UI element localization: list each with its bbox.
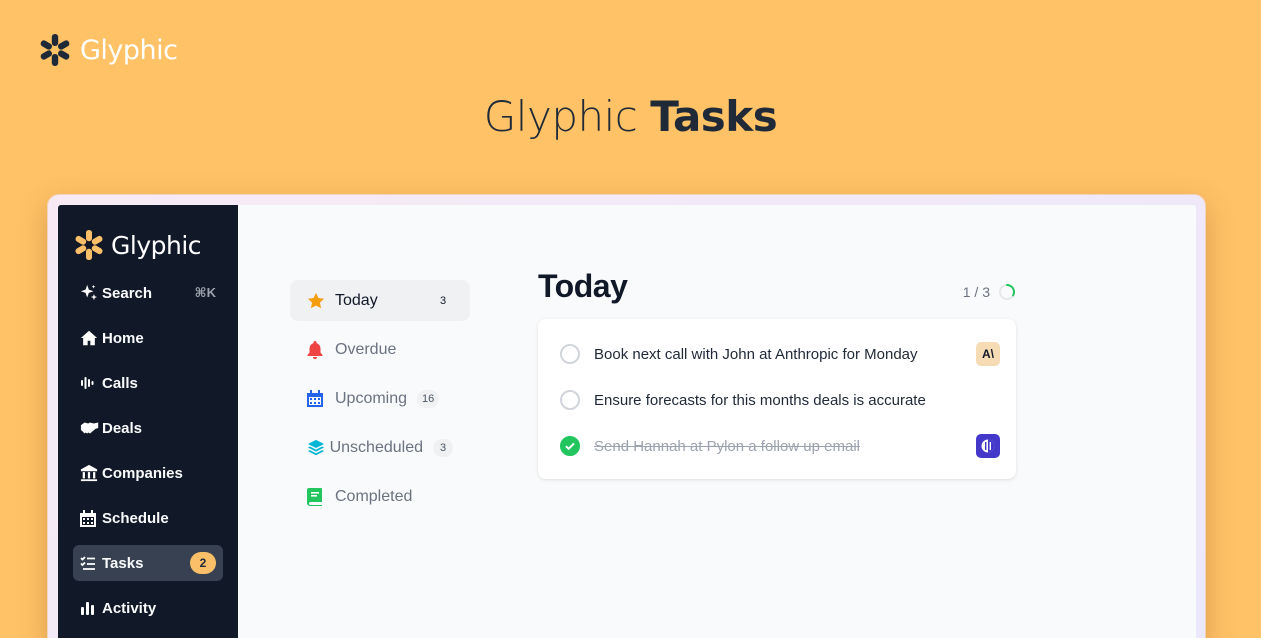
sidebar-item-label: Tasks (102, 554, 144, 572)
glyphic-logo-icon (40, 34, 70, 66)
main-panel: Today 3 Overdue Upcoming 16 Unscheduled … (238, 205, 1196, 638)
sidebar-item-deals[interactable]: Deals (73, 410, 223, 446)
task-item[interactable]: Ensure forecasts for this months deals i… (560, 377, 1000, 423)
sidebar-item-companies[interactable]: Companies (73, 455, 223, 491)
checkmark-icon (565, 442, 575, 451)
page-title: Today (538, 268, 628, 304)
progress-text: 1 / 3 (962, 284, 990, 300)
sidebar-item-schedule[interactable]: Schedule (73, 500, 223, 536)
hero-title-bold: Tasks (650, 92, 778, 141)
filter-count: 3 (439, 294, 447, 307)
sidebar-item-label: Deals (102, 419, 143, 437)
book-icon (307, 487, 335, 506)
filter-label: Completed (335, 487, 413, 505)
glyphic-logo-icon (75, 229, 103, 261)
sidebar-item-activity[interactable]: Activity (73, 590, 223, 626)
filter-completed[interactable]: Completed (290, 476, 470, 517)
app-frame: Glyphic Search ⌘K Home Calls Deals Compa… (47, 194, 1206, 638)
sidebar: Glyphic Search ⌘K Home Calls Deals Compa… (58, 205, 238, 638)
filter-overdue[interactable]: Overdue (290, 329, 470, 370)
task-checkbox[interactable] (560, 344, 580, 364)
section-header: Today 1 / 3 (538, 265, 1016, 305)
sidebar-item-tasks[interactable]: Tasks 2 (73, 545, 223, 581)
stack-icon (307, 439, 330, 457)
bar-chart-icon (80, 600, 102, 616)
sparkles-icon (80, 284, 102, 302)
handshake-icon (80, 420, 102, 436)
star-icon (307, 292, 335, 310)
today-section: Today 1 / 3 Book next call with John at … (538, 265, 1016, 479)
hero-title-light: Glyphic (483, 92, 638, 141)
sidebar-brand-name: Glyphic (111, 230, 202, 260)
calendar-icon (307, 390, 335, 407)
bank-icon (80, 464, 102, 482)
sidebar-item-label: Companies (102, 464, 183, 482)
sidebar-item-search[interactable]: Search ⌘K (73, 275, 223, 311)
hero-title: Glyphic Tasks (0, 92, 1261, 141)
task-filters: Today 3 Overdue Upcoming 16 Unscheduled … (290, 280, 470, 525)
filter-today[interactable]: Today 3 (290, 280, 470, 321)
filter-count: 3 (433, 438, 453, 457)
search-shortcut: ⌘K (194, 285, 216, 300)
sidebar-item-calls[interactable]: Calls (73, 365, 223, 401)
task-text: Send Hannah at Pylon a follow up email (594, 437, 861, 455)
pylon-logo-icon[interactable] (976, 434, 1000, 458)
task-text: Ensure forecasts for this months deals i… (594, 391, 926, 409)
calendar-icon (80, 509, 102, 527)
filter-count: 16 (417, 389, 440, 408)
filter-label: Unscheduled (329, 438, 423, 456)
sidebar-item-label: Home (102, 329, 144, 347)
tasks-count-badge: 2 (190, 552, 216, 574)
filter-unscheduled[interactable]: Unscheduled 3 (290, 427, 470, 468)
filter-label: Overdue (335, 340, 397, 358)
sidebar-item-home[interactable]: Home (73, 320, 223, 356)
brand-name: Glyphic (80, 34, 178, 66)
waveform-icon (80, 375, 102, 391)
task-text: Book next call with John at Anthropic fo… (594, 345, 918, 363)
sidebar-brand[interactable]: Glyphic (73, 229, 223, 261)
filter-upcoming[interactable]: Upcoming 16 (290, 378, 470, 419)
task-item[interactable]: Send Hannah at Pylon a follow up email (560, 423, 1000, 469)
sidebar-item-label: Search (102, 284, 153, 302)
sidebar-item-label: Schedule (102, 509, 169, 527)
progress-indicator: 1 / 3 (963, 283, 1016, 305)
app-window: Glyphic Search ⌘K Home Calls Deals Compa… (58, 205, 1196, 638)
sidebar-item-label: Activity (102, 599, 157, 617)
task-list: Book next call with John at Anthropic fo… (538, 319, 1016, 479)
home-icon (80, 329, 102, 347)
task-item[interactable]: Book next call with John at Anthropic fo… (560, 331, 1000, 377)
task-checkbox-checked[interactable] (560, 436, 580, 456)
anthropic-logo-icon[interactable]: A\ (976, 342, 1000, 366)
task-checkbox[interactable] (560, 390, 580, 410)
filter-label: Today (335, 291, 378, 309)
filter-label: Upcoming (335, 389, 408, 407)
bell-icon (307, 340, 335, 359)
sidebar-item-label: Calls (102, 374, 138, 392)
brand-logo: Glyphic (38, 33, 178, 67)
task-list-icon (80, 555, 102, 571)
progress-ring-icon (999, 284, 1015, 300)
